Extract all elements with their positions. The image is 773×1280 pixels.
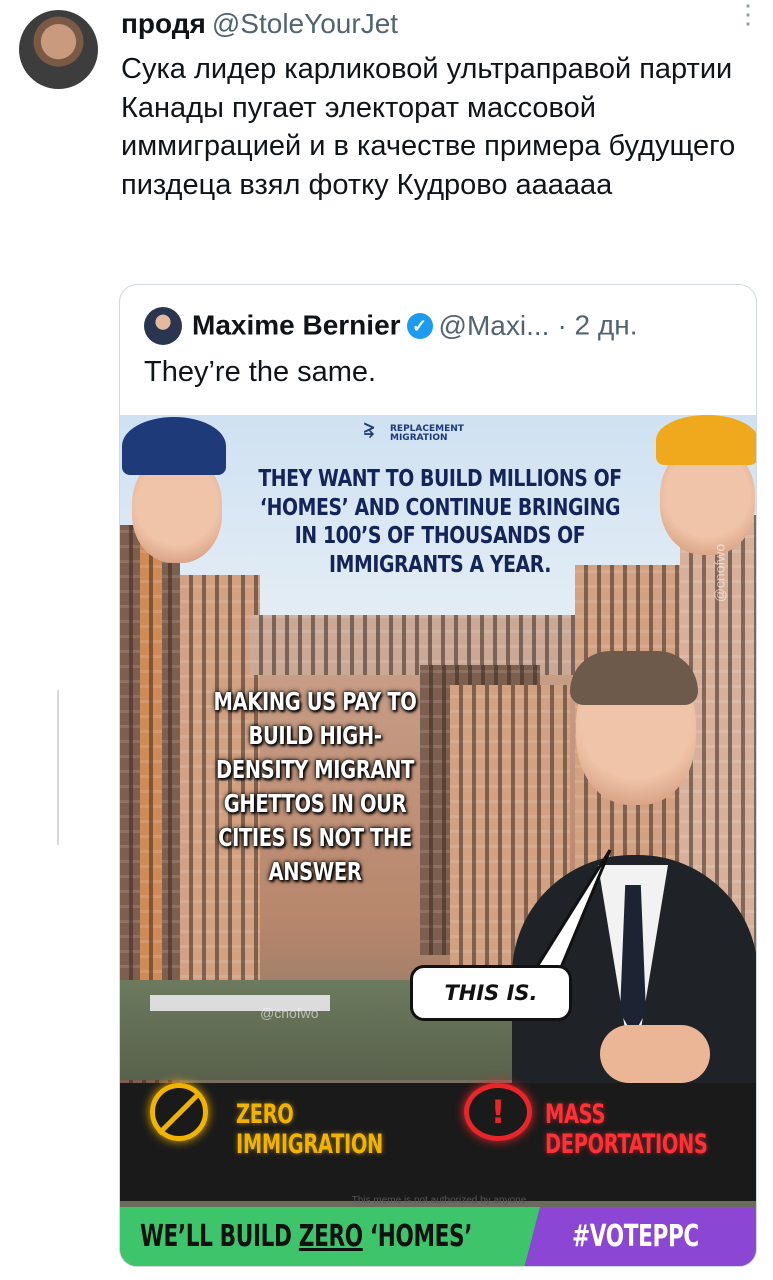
tweet-text: Сука лидер карликовой ультраправой парти…: [121, 53, 736, 201]
hashtag: #VOTEPPC: [572, 1219, 699, 1254]
verified-badge-icon: ✓: [406, 312, 433, 339]
quote-author-name[interactable]: Maxime Bernier: [192, 310, 401, 341]
author-name[interactable]: продя: [121, 8, 206, 39]
zero-immigration-label: ZERO IMMIGRATION: [236, 1099, 383, 1160]
yellow-cap: [656, 415, 756, 465]
quote-avatar[interactable]: [144, 306, 182, 345]
replacement-migration-logo: ⥸ REPLACEMENT MIGRATION: [364, 419, 464, 443]
meme-headline: THEY WANT TO BUILD MILLIONS OF ‘HOMES’ A…: [258, 466, 622, 578]
author-avatar[interactable]: [19, 10, 98, 89]
footer-slogan: WE’LL BUILD ZERO ‘HOMES’: [140, 1219, 473, 1254]
quote-author-handle[interactable]: @Maxi...: [439, 310, 550, 341]
bubble-tail: [532, 849, 612, 972]
meme-left-text: MAKING US PAY TO BUILD HIGH-DENSITY MIGR…: [213, 687, 417, 886]
meme-image[interactable]: ⥸ REPLACEMENT MIGRATION THEY WANT TO BUI…: [120, 415, 756, 1266]
watermark: @cnofwo: [260, 1005, 319, 1021]
quoted-tweet[interactable]: Maxime Bernier ✓ @Maxi... · 2 дн. They’re t…: [119, 284, 757, 1267]
prohibited-icon: [150, 1083, 208, 1141]
quote-header: Maxime Bernier ✓ @Maxi... · 2 дн.: [144, 305, 637, 345]
mass-deportations-label: MASS DEPORTATIONS: [545, 1099, 708, 1160]
quote-timestamp[interactable]: 2 дн.: [575, 310, 638, 341]
separator-dot: ·: [557, 309, 567, 341]
tweet-header: продя @StoleYourJet: [121, 6, 398, 42]
disclaimer: This meme is not authorized by anyone: [351, 1195, 527, 1206]
author-handle[interactable]: @StoleYourJet: [212, 8, 398, 39]
navy-cap: [122, 417, 226, 475]
pointing-hand: [600, 1025, 710, 1083]
bernier-hair: [570, 651, 698, 705]
more-vertical-icon[interactable]: ⋮: [735, 1, 761, 27]
speech-bubble: THIS IS.: [410, 965, 572, 1021]
warning-icon: !: [464, 1083, 532, 1141]
watermark: @cnofwo: [711, 543, 728, 603]
quote-text: They’re the same.: [144, 356, 377, 388]
thread-line: [57, 690, 59, 845]
